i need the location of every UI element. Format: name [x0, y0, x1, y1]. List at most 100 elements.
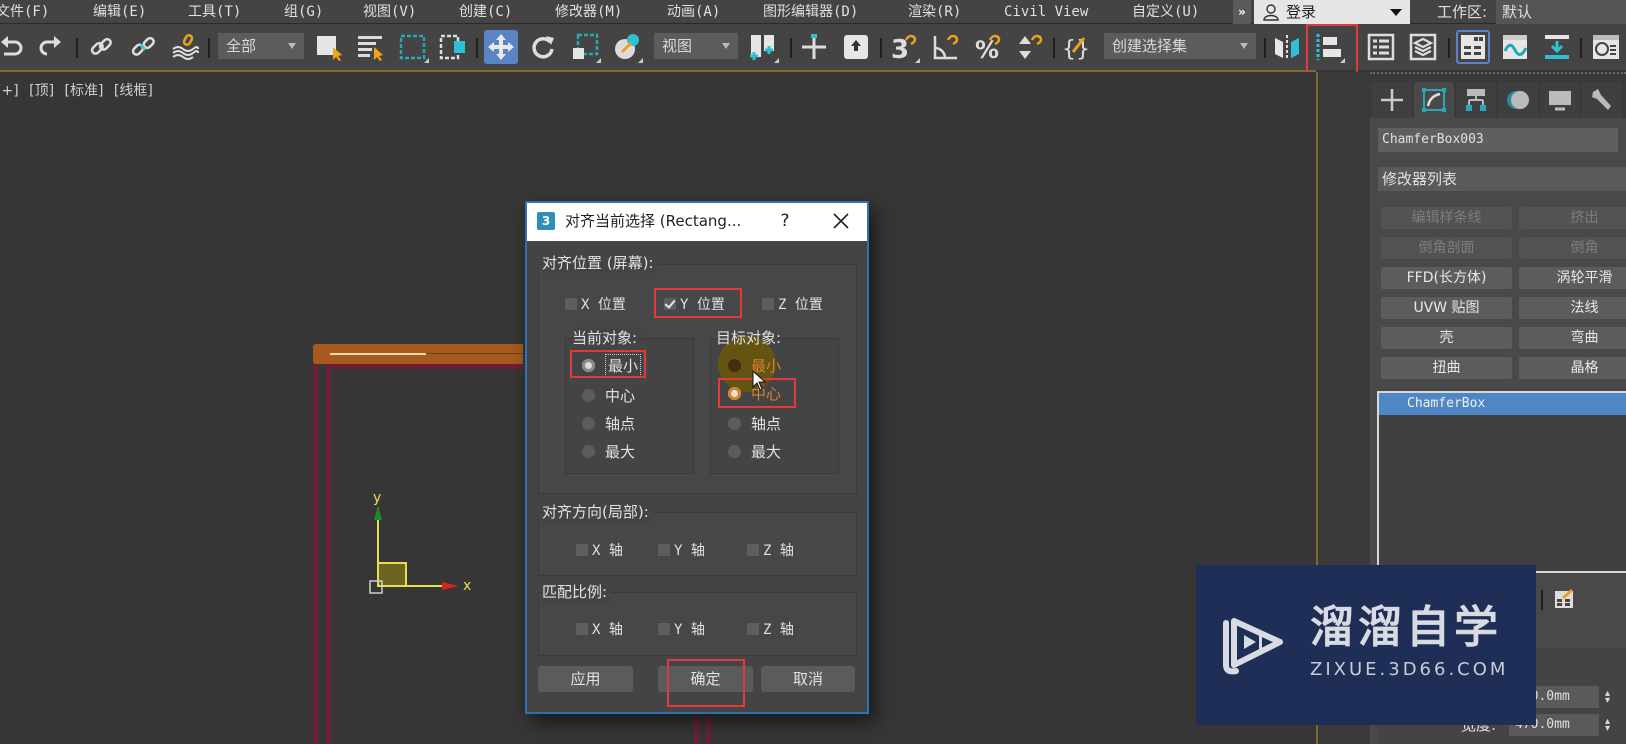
login-dropdown[interactable]: 登录	[1254, 0, 1410, 24]
selection-filter-dropdown[interactable]: 全部	[218, 33, 304, 59]
window-crossing-button[interactable]	[436, 30, 470, 64]
modifier-button-extrude[interactable]: 挤出	[1519, 207, 1626, 229]
orient-x-axis-checkbox[interactable]: X 轴	[576, 541, 623, 559]
modifier-button-turbosmooth[interactable]: 涡轮平滑	[1519, 267, 1626, 289]
width-spinner[interactable]: ▴ ▾	[1605, 717, 1613, 734]
modifier-button-lattice[interactable]: 晶格	[1519, 357, 1626, 379]
stack-item-chamferbox[interactable]: ChamferBox	[1379, 393, 1626, 415]
select-and-move-button[interactable]	[484, 30, 518, 64]
mirror-button[interactable]	[1270, 30, 1304, 64]
configure-modifier-sets-icon[interactable]	[1553, 588, 1575, 610]
modifier-button-edit-spline[interactable]: 编辑样条线	[1381, 207, 1512, 229]
select-by-name-button[interactable]	[354, 30, 388, 64]
redo-button[interactable]	[34, 30, 68, 64]
menu-overflow-button[interactable]: »	[1233, 0, 1251, 24]
bind-space-warp-button[interactable]	[168, 30, 202, 64]
z-position-checkbox[interactable]: Z 位置	[762, 295, 823, 313]
target-object-max-radio[interactable]: 最大	[728, 441, 781, 461]
target-object-pivot-radio[interactable]: 轴点	[728, 413, 781, 433]
undo-button[interactable]	[0, 30, 28, 64]
rectangle-shape-right-edge-inner[interactable]	[706, 716, 711, 744]
cancel-button[interactable]: 取消	[761, 666, 855, 692]
current-object-min-radio[interactable]: 最小	[582, 353, 642, 377]
modify-tab[interactable]	[1414, 82, 1454, 118]
modifier-button-bend[interactable]: 弯曲	[1519, 327, 1626, 349]
menu-views[interactable]: 视图(V)	[363, 1, 416, 23]
scale-x-axis-checkbox[interactable]: X 轴	[576, 620, 623, 638]
modifier-stack[interactable]: ChamferBox	[1377, 391, 1626, 573]
dialog-titlebar[interactable]: 3 对齐当前选择 (Rectang... ?	[527, 203, 867, 241]
menu-modifiers[interactable]: 修改器(M)	[555, 1, 622, 23]
current-object-pivot-radio[interactable]: 轴点	[582, 413, 635, 433]
curve-editor-button[interactable]	[1498, 30, 1532, 64]
object-name-field[interactable]: ChamferBox003	[1378, 128, 1618, 152]
modifier-button-bevel-profile[interactable]: 倒角剖面	[1381, 237, 1512, 259]
viewport-display-label[interactable]: [线框]	[114, 83, 153, 99]
create-tab[interactable]	[1372, 82, 1412, 118]
rectangle-shape-outer-edge[interactable]	[313, 364, 318, 744]
orient-z-axis-checkbox[interactable]: Z 轴	[747, 541, 794, 559]
rectangle-shape-top-edge[interactable]	[331, 364, 523, 369]
select-and-rotate-button[interactable]	[526, 30, 560, 64]
panel-drag-handle[interactable]	[1370, 72, 1626, 75]
workspace-dropdown[interactable]: 默认	[1496, 0, 1626, 24]
schematic-view-button[interactable]	[1540, 30, 1574, 64]
x-position-checkbox[interactable]: X 位置	[565, 295, 626, 313]
unlink-button[interactable]	[126, 30, 160, 64]
orient-y-axis-checkbox[interactable]: Y 轴	[658, 541, 705, 559]
named-selection-set-dropdown[interactable]: 创建选择集	[1104, 33, 1256, 59]
angle-snap-button[interactable]	[929, 30, 963, 64]
menu-customize[interactable]: 自定义(U)	[1132, 1, 1199, 23]
select-and-place-button[interactable]	[610, 30, 644, 64]
select-and-scale-button[interactable]	[568, 30, 602, 64]
rectangular-selection-button[interactable]	[396, 30, 430, 64]
scale-y-axis-checkbox[interactable]: Y 轴	[658, 620, 705, 638]
menu-create[interactable]: 创建(C)	[459, 1, 512, 23]
menu-file[interactable]: 文件(F)	[0, 1, 49, 23]
spinner-snap-button[interactable]	[1013, 30, 1047, 64]
y-position-checkbox[interactable]: Y 位置	[664, 295, 725, 313]
current-object-center-radio[interactable]: 中心	[582, 385, 635, 405]
menu-civil-view[interactable]: Civil View	[1004, 1, 1088, 23]
modifier-button-uvw-map[interactable]: UVW 贴图	[1381, 297, 1512, 319]
menu-graph-editors[interactable]: 图形编辑器(D)	[763, 1, 858, 23]
viewport-pov-label[interactable]: [顶]	[29, 83, 54, 99]
link-button[interactable]	[84, 30, 118, 64]
menu-animation[interactable]: 动画(A)	[667, 1, 720, 23]
toggle-ribbon-button[interactable]	[1456, 30, 1490, 64]
length-spinner[interactable]: ▴ ▾	[1605, 689, 1613, 706]
scene-explorer-button[interactable]	[1364, 30, 1398, 64]
percent-snap-button[interactable]: %	[971, 30, 1005, 64]
modifier-list-dropdown[interactable]: 修改器列表	[1378, 167, 1626, 191]
rectangle-shape-inner-edge[interactable]	[326, 364, 331, 744]
hierarchy-tab[interactable]	[1456, 82, 1496, 118]
modifier-button-ffd-box[interactable]: FFD(长方体)	[1381, 267, 1512, 289]
menu-rendering[interactable]: 渲染(R)	[908, 1, 961, 23]
select-manipulate-button[interactable]	[797, 30, 831, 64]
edit-named-sets-button[interactable]: {}	[1060, 30, 1094, 64]
modifier-button-bevel[interactable]: 倒角	[1519, 237, 1626, 259]
snap-3d-button[interactable]: 3	[887, 30, 921, 64]
help-button[interactable]: ?	[775, 209, 795, 233]
rectangle-shape-right-edge[interactable]	[694, 716, 699, 744]
layer-explorer-button[interactable]	[1406, 30, 1440, 64]
menu-edit[interactable]: 编辑(E)	[93, 1, 146, 23]
select-object-button[interactable]	[312, 30, 346, 64]
close-icon[interactable]	[827, 207, 855, 235]
current-object-max-radio[interactable]: 最大	[582, 441, 635, 461]
keyboard-shortcut-override-button[interactable]	[839, 30, 873, 64]
display-tab[interactable]	[1540, 82, 1580, 118]
align-button[interactable]	[1312, 30, 1346, 64]
viewport-menu-label[interactable]: [+]	[0, 83, 19, 99]
motion-tab[interactable]	[1498, 82, 1538, 118]
material-editor-button[interactable]	[1588, 30, 1622, 64]
viewport-shading-label[interactable]: [标准]	[65, 83, 104, 99]
reference-coordinate-dropdown[interactable]: 视图	[654, 33, 738, 59]
modifier-button-twist[interactable]: 扭曲	[1381, 357, 1512, 379]
transform-gizmo[interactable]: y x	[360, 490, 480, 605]
apply-button[interactable]: 应用	[538, 666, 633, 692]
modifier-button-normal[interactable]: 法线	[1519, 297, 1626, 319]
scale-z-axis-checkbox[interactable]: Z 轴	[747, 620, 794, 638]
menu-group[interactable]: 组(G)	[284, 1, 323, 23]
modifier-button-shell[interactable]: 壳	[1381, 327, 1512, 349]
